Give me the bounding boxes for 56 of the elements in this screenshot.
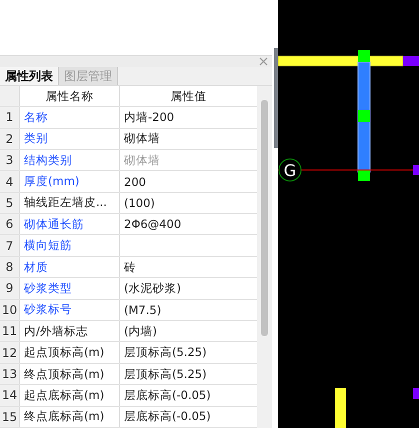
property-name: 终点顶标高(m) [20,364,120,384]
row-number: 3 [0,150,20,170]
row-number: 8 [0,256,20,278]
property-value[interactable]: 层底标高(-0.05) [120,385,257,406]
row-number: 1 [0,107,20,128]
property-value[interactable]: 层顶标高(5.25) [120,364,257,384]
property-value[interactable]: 层顶标高(5.25) [120,342,257,363]
property-name[interactable]: 厚度(mm) [20,171,120,192]
property-name[interactable]: 材质 [20,256,120,278]
row-number: 12 [0,342,20,363]
row-number: 7 [0,235,20,256]
scrollbar[interactable] [257,86,272,428]
row-number: 9 [0,278,20,299]
drawing-canvas[interactable]: G [278,0,419,428]
scrollbar-thumb[interactable] [261,100,268,336]
property-name: 终点底标高(m) [20,406,120,427]
row-number: 15 [0,406,20,427]
grip-marker[interactable] [413,388,419,399]
row-number: 11 [0,321,20,342]
property-name[interactable]: 砂浆类型 [20,278,120,299]
property-name: 起点顶标高(m) [20,342,120,363]
property-name: 起点底标高(m) [20,385,120,406]
header-corner[interactable] [0,86,20,106]
row-number: 6 [0,214,20,234]
property-name[interactable]: 横向短筋 [20,235,120,256]
property-name: 轴线距左墙皮... [20,192,120,214]
property-value[interactable]: 内墙-200 [120,107,257,128]
property-value[interactable]: 砖 [120,256,257,278]
property-name[interactable]: 砂浆标号 [20,300,120,320]
property-value[interactable]: 层底标高(-0.05) [120,406,257,427]
property-name[interactable]: 类别 [20,128,120,149]
grip-marker[interactable] [413,165,419,175]
property-value[interactable]: (水泥砂浆) [120,278,257,299]
property-name: 内/外墙标志 [20,321,120,342]
row-number: 4 [0,171,20,192]
close-icon[interactable] [259,57,268,66]
wall-drawing[interactable] [278,50,419,181]
property-value[interactable]: 200 [120,171,257,192]
row-number: 5 [0,192,20,214]
property-value[interactable]: (内墙) [120,321,257,342]
property-value[interactable]: 2Φ6@400 [120,214,257,234]
property-value[interactable]: (100) [120,192,257,214]
property-value[interactable]: (M7.5) [120,300,257,320]
axis-bubble [278,158,302,182]
property-value[interactable]: 砌体墙 [120,128,257,149]
collapse-handle[interactable] [274,48,278,148]
panel-tab[interactable]: 属性列表 [0,67,59,86]
axis-label: G [284,161,296,180]
row-number: 14 [0,385,20,406]
row-number: 13 [0,364,20,384]
column-header: 属性名称 [20,86,120,106]
row-number: 10 [0,300,20,320]
row-number: 2 [0,128,20,149]
property-name[interactable]: 名称 [20,107,120,128]
column-header: 属性值 [170,88,208,105]
property-name[interactable]: 砌体通长筋 [20,214,120,234]
